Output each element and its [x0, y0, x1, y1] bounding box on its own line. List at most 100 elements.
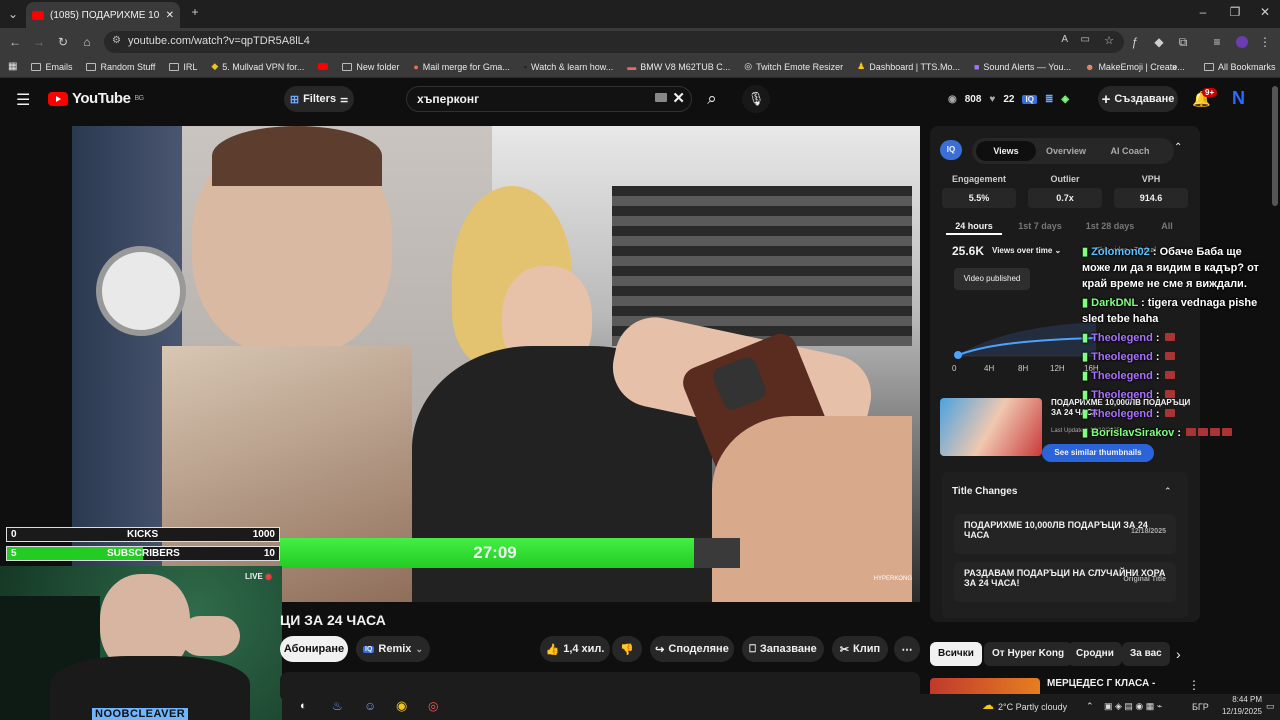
bookmark-random-stuff[interactable]: Random Stuff: [86, 62, 155, 72]
collapse-chevron-icon[interactable]: ⌃: [1164, 486, 1172, 497]
bookmark-twitch-emote[interactable]: ◎ Twitch Emote Resizer: [744, 61, 843, 72]
next-video-title[interactable]: МЕРЦЕДЕС Г КЛАСА -: [1047, 678, 1155, 689]
reload-icon[interactable]: ↻: [56, 35, 70, 49]
browser-tab[interactable]: (1085) ПОДАРИХМЕ 10,00 ✕: [26, 2, 180, 28]
video-thumbnail[interactable]: [940, 398, 1042, 456]
streamer-webcam: LIVE ◉ NOOBCLEAVER: [0, 566, 282, 720]
like-button[interactable]: 👍 1,4 хил.: [540, 636, 610, 662]
language-indicator[interactable]: БГР: [1192, 702, 1209, 712]
more-bookmarks-icon[interactable]: »: [1172, 62, 1177, 72]
apps-grid-icon[interactable]: ▦: [8, 61, 17, 72]
chips-next-icon[interactable]: ›: [1176, 646, 1181, 662]
more-actions-button[interactable]: ⋯: [894, 636, 920, 662]
save-button[interactable]: ⎕ Запазване: [742, 636, 824, 662]
tab-ai-coach[interactable]: AI Coach: [1100, 146, 1160, 156]
clip-button[interactable]: ✂ Клип: [832, 636, 888, 662]
profile-avatar[interactable]: [1236, 36, 1248, 48]
youtube-logo[interactable]: YouTube BG: [48, 90, 144, 107]
bookmark-emails[interactable]: Emails: [31, 62, 72, 72]
keyboard-icon[interactable]: [655, 93, 667, 102]
next-video-thumbnail[interactable]: [930, 678, 1040, 694]
obs-icon[interactable]: ◎: [428, 699, 438, 713]
see-similar-button[interactable]: See similar thumbnails: [1042, 444, 1154, 462]
remix-label: Remix: [378, 643, 412, 655]
bookmark-mail-merge[interactable]: ● Mail merge for Gma...: [413, 62, 509, 72]
chip-related[interactable]: Сродни: [1068, 642, 1122, 666]
extensions-puzzle-icon[interactable]: ⧉: [1176, 35, 1190, 50]
bookmark-tts[interactable]: ♟ Dashboard | TTS.Mo...: [857, 61, 960, 72]
browser-menu-icon[interactable]: ⋮: [1258, 35, 1272, 49]
notification-center-icon[interactable]: ▭: [1266, 701, 1275, 712]
voice-search-button[interactable]: 🎙: [742, 85, 770, 113]
translate-icon[interactable]: A: [1061, 34, 1068, 45]
url-bar[interactable]: ⚙ youtube.com/watch?v=qpTDR5A8lL4 ☆ ▭ A: [104, 31, 1124, 53]
subscribe-button[interactable]: Абониране: [280, 636, 348, 662]
views-mode-dropdown[interactable]: Views over time ⌄: [992, 246, 1061, 255]
search-button[interactable]: ⌕: [698, 85, 726, 113]
create-button[interactable]: + Създаване: [1098, 86, 1178, 112]
remix-button[interactable]: IQ Remix ⌄: [356, 636, 430, 662]
range-all[interactable]: All: [1150, 221, 1184, 231]
discord-icon[interactable]: ☺: [364, 699, 376, 713]
tab-views[interactable]: Views: [976, 146, 1036, 156]
home-icon[interactable]: ⌂: [80, 35, 94, 49]
bookmark-new-folder[interactable]: New folder: [342, 62, 399, 72]
bookmark-watch-learn[interactable]: ▪ Watch & learn how...: [524, 62, 613, 72]
chrome-icon[interactable]: ◉: [396, 698, 407, 714]
all-bookmarks[interactable]: All Bookmarks: [1204, 62, 1276, 72]
minimize-icon[interactable]: –: [1196, 5, 1210, 19]
title-change-text: ПОДАРИХМЕ 10,000ЛВ ПОДАРЪЦИ ЗА 24 ЧАСА: [964, 520, 1148, 540]
range-24-hours[interactable]: 24 hours: [946, 221, 1002, 235]
bookmark-sound-alerts[interactable]: ■ Sound Alerts — You...: [974, 62, 1071, 72]
filters-button[interactable]: ⊞ Filters ⚌: [284, 86, 354, 112]
clock-time[interactable]: 8:44 PM: [1228, 695, 1262, 704]
bookmark-bmw[interactable]: ▬ BMW V8 M62TUB C...: [627, 62, 730, 72]
account-avatar[interactable]: N: [1232, 88, 1245, 109]
collapse-chevron-icon[interactable]: ⌃: [1174, 142, 1182, 153]
tab-list-icon[interactable]: ⌄: [6, 7, 20, 21]
chip-for-you[interactable]: За вас: [1122, 642, 1170, 666]
tab-title: (1085) ПОДАРИХМЕ 10,00: [50, 9, 160, 21]
clear-search-icon[interactable]: ✕: [672, 89, 685, 107]
bookmark-makeemoji[interactable]: ☻ MakeEmoji | Create...: [1085, 62, 1185, 72]
chip-all[interactable]: Всички: [930, 642, 982, 666]
mail-merge-icon: ●: [413, 61, 419, 72]
chip-from-hyper-kong[interactable]: От Hyper Kong: [984, 642, 1073, 666]
taskbar-app-icon[interactable]: ◐: [300, 700, 307, 712]
list-icon[interactable]: ≣: [1045, 94, 1053, 105]
close-window-icon[interactable]: ✕: [1258, 5, 1272, 19]
dislike-button[interactable]: 👎: [612, 636, 642, 662]
share-button[interactable]: ↪ Споделяне: [650, 636, 734, 662]
iq-icon[interactable]: IQ: [1022, 94, 1037, 104]
clock-date[interactable]: 12/19/2025: [1218, 707, 1262, 716]
tab-overview[interactable]: Overview: [1036, 146, 1096, 156]
extension-icon-2[interactable]: ◆: [1152, 35, 1166, 49]
bookmark-mullvad[interactable]: ◆ 5. Mullvad VPN for...: [211, 61, 304, 72]
steam-icon[interactable]: ♨: [332, 699, 343, 713]
tray-icons[interactable]: ▣ ◈ ▤ ◉ ▦ ⌁: [1104, 701, 1162, 712]
back-icon[interactable]: ←: [8, 35, 22, 49]
kicks-goal-bar: 0 KICKS 1000: [6, 527, 280, 542]
forward-icon[interactable]: →: [32, 35, 46, 49]
next-video-menu-icon[interactable]: ⋮: [1188, 678, 1200, 692]
cast-icon[interactable]: ▭: [1081, 34, 1090, 45]
range-7-days[interactable]: 1st 7 days: [1010, 221, 1070, 231]
range-28-days[interactable]: 1st 28 days: [1080, 221, 1140, 231]
new-tab-icon[interactable]: +: [188, 5, 202, 19]
close-tab-icon[interactable]: ✕: [166, 10, 174, 21]
bookmark-label: Twitch Emote Resizer: [756, 61, 844, 72]
extension-badge-icon[interactable]: ◈: [1061, 94, 1069, 105]
weather-text[interactable]: 2°C Partly cloudy: [998, 702, 1067, 712]
hamburger-menu-icon[interactable]: ☰: [16, 90, 30, 110]
bookmark-star-icon[interactable]: ☆: [1104, 34, 1114, 47]
site-info-icon[interactable]: ⚙: [112, 35, 121, 46]
extension-icon[interactable]: ƒ: [1128, 35, 1142, 49]
bookmark-youtube[interactable]: [318, 63, 329, 70]
bookmark-label: 5. Mullvad VPN for...: [222, 61, 305, 72]
page-scrollbar[interactable]: [1272, 86, 1278, 206]
maximize-icon[interactable]: ❐: [1228, 5, 1242, 19]
bookmark-irl[interactable]: IRL: [169, 62, 197, 72]
reading-list-icon[interactable]: ≡: [1210, 35, 1224, 49]
search-input[interactable]: хъперконг ✕: [406, 86, 692, 112]
tray-chevron-icon[interactable]: ⌃: [1086, 701, 1094, 712]
